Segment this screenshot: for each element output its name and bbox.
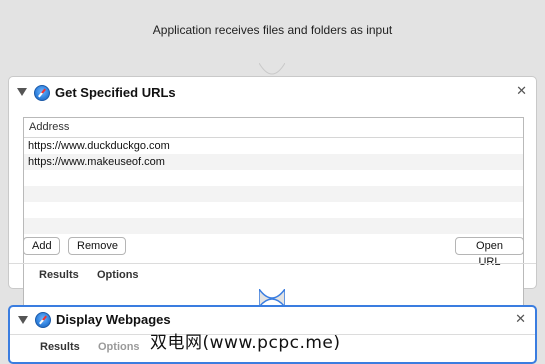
tab-results[interactable]: Results [40,341,80,353]
table-row[interactable] [24,186,523,202]
table-body: https://www.duckduckgo.com https://www.m… [24,138,523,234]
action-title: Display Webpages [56,312,171,327]
input-banner: Application receives files and folders a… [0,0,545,64]
watermark-text: 双电网(www.pcpc.me) [150,333,341,353]
disclosure-triangle-icon[interactable] [17,88,27,96]
disclosure-triangle-icon[interactable] [18,316,28,324]
table-row[interactable]: https://www.duckduckgo.com [24,138,523,154]
open-url-button[interactable]: Open URL [455,237,524,268]
close-icon[interactable]: ✕ [515,311,526,327]
tab-options[interactable]: Options [97,269,139,281]
action-header: Get Specified URLs ✕ [9,77,536,109]
action-get-specified-urls[interactable]: Get Specified URLs ✕ Address https://www… [8,76,537,308]
tab-options[interactable]: Options [98,341,140,353]
input-banner-text: Application receives files and folders a… [152,23,393,37]
safari-icon [34,85,50,101]
table-row[interactable] [24,202,523,218]
add-button[interactable]: Add [23,237,60,255]
table-row[interactable]: https://www.makeuseof.com [24,154,523,170]
table-row[interactable] [24,170,523,186]
close-icon[interactable]: ✕ [516,83,527,99]
tab-results[interactable]: Results [39,269,79,281]
safari-icon [35,312,51,328]
action-footer: Results Options [9,263,536,288]
action-title: Get Specified URLs [55,85,176,100]
remove-button[interactable]: Remove [68,237,126,255]
table-row[interactable] [24,218,523,234]
connector-top [259,63,285,75]
table-header-address[interactable]: Address [24,118,523,138]
